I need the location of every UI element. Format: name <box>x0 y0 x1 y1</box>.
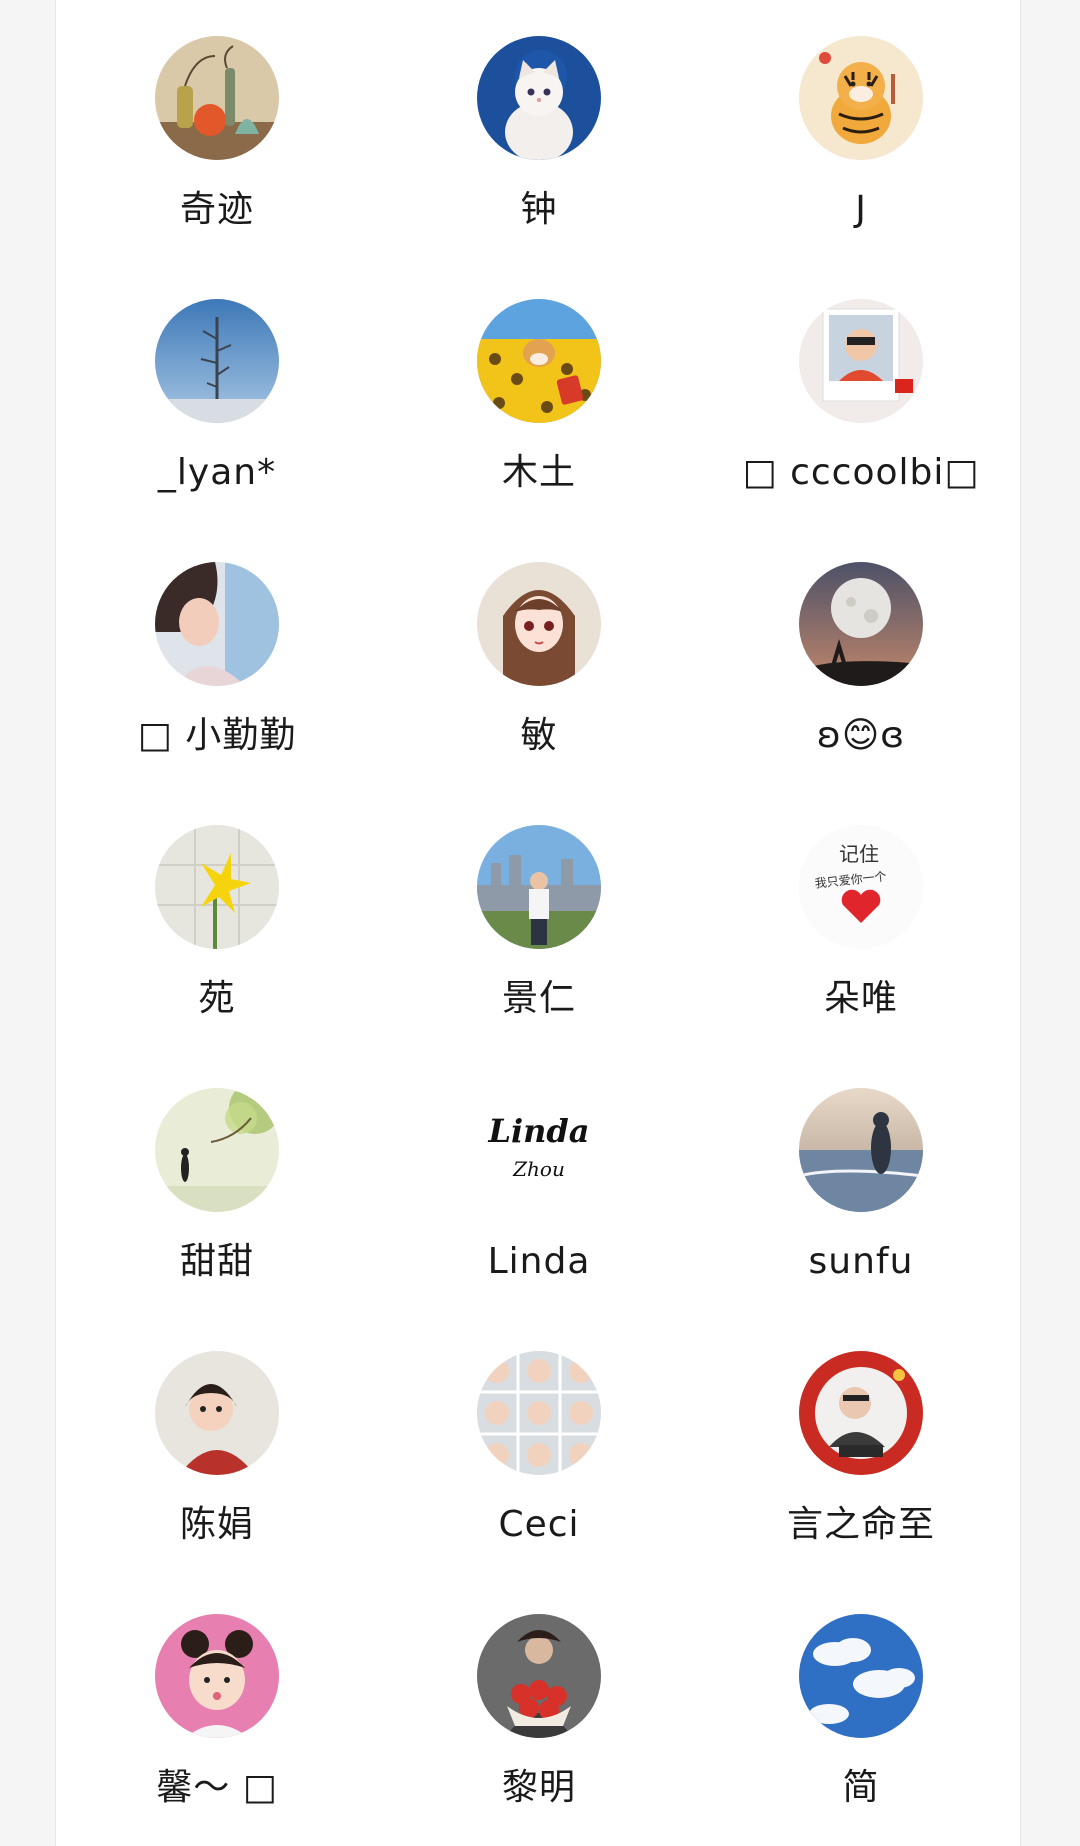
baby-collage-avatar[interactable] <box>477 1351 601 1475</box>
bouquet-avatar[interactable] <box>477 1614 601 1738</box>
member-item[interactable]: _lyan* <box>56 263 378 526</box>
blue-sky-clouds-avatar[interactable] <box>799 1614 923 1738</box>
member-name: Linda <box>487 1241 591 1282</box>
zhou-script-text: Zhou <box>512 1157 565 1181</box>
city-man-avatar[interactable] <box>477 825 601 949</box>
member-name: 朵唯 <box>823 978 898 1019</box>
handwriting-heart-avatar[interactable]: 记住 我只爱你一个 <box>799 825 923 949</box>
member-name: 陈娟 <box>179 1504 254 1545</box>
member-item[interactable]: □ 小勤勤 <box>56 526 378 789</box>
full-moon-avatar[interactable] <box>799 562 923 686</box>
member-name: 钟 <box>520 189 558 230</box>
member-item[interactable]: 陈娟 <box>56 1315 378 1578</box>
member-item[interactable]: 黎明 <box>378 1578 700 1841</box>
member-item[interactable]: 钟 <box>378 0 700 263</box>
member-item[interactable]: 简 <box>700 1578 1022 1841</box>
white-kitten-avatar[interactable] <box>477 36 601 160</box>
pink-girl-avatar[interactable] <box>155 1614 279 1738</box>
member-name: J <box>855 189 867 230</box>
member-item[interactable]: □ cccoolbi□ <box>700 263 1022 526</box>
member-item[interactable]: J <box>700 0 1022 263</box>
plant-sky-avatar[interactable] <box>155 299 279 423</box>
member-name: □ 小勤勤 <box>137 715 297 756</box>
member-item[interactable]: 记住 我只爱你一个 朵唯 <box>700 789 1022 1052</box>
shiba-sunflowers-avatar[interactable] <box>477 299 601 423</box>
member-item[interactable]: 馨～ □ <box>56 1578 378 1841</box>
member-item[interactable]: Linda Zhou Linda <box>378 1052 700 1315</box>
beach-sunset-avatar[interactable] <box>799 1088 923 1212</box>
linda-script-text: Linda <box>487 1112 589 1150</box>
member-item[interactable]: 言之命至 <box>700 1315 1022 1578</box>
vases-still-life-avatar[interactable] <box>155 36 279 160</box>
member-item[interactable]: Ceci <box>378 1315 700 1578</box>
member-name: □ cccoolbi□ <box>742 452 980 493</box>
member-item[interactable]: 景仁 <box>378 789 700 1052</box>
member-name: ʚ😊ɞ <box>816 715 906 756</box>
member-item[interactable]: ʚ😊ɞ <box>700 526 1022 789</box>
member-name: 景仁 <box>501 978 576 1019</box>
member-name: sunfu <box>808 1241 914 1282</box>
member-name: Ceci <box>498 1504 580 1545</box>
member-item[interactable]: 敏 <box>378 526 700 789</box>
child-photo-avatar[interactable] <box>799 299 923 423</box>
member-name: _lyan* <box>157 452 277 493</box>
member-name: 简 <box>842 1767 880 1808</box>
member-name: 甜甜 <box>179 1241 254 1282</box>
member-name: 苑 <box>198 978 236 1019</box>
yellow-flower-avatar[interactable] <box>155 825 279 949</box>
member-item[interactable]: 木土 <box>378 263 700 526</box>
member-grid: 奇迹 钟 J _lyan* 木土 □ cccoolbi□ □ 小勤勤 敏 ʚ😊ɞ… <box>56 0 1022 1841</box>
anime-girl-avatar[interactable] <box>477 562 601 686</box>
member-name: 奇迹 <box>179 189 254 230</box>
girl-selfie-avatar[interactable] <box>155 562 279 686</box>
member-name: 言之命至 <box>786 1504 935 1545</box>
new-year-frame-avatar[interactable] <box>799 1351 923 1475</box>
little-girl-avatar[interactable] <box>155 1351 279 1475</box>
cartoon-tiger-avatar[interactable] <box>799 36 923 160</box>
member-name: 木土 <box>501 452 576 493</box>
member-name: 黎明 <box>501 1767 576 1808</box>
member-name: 敏 <box>520 715 558 756</box>
member-item[interactable]: 甜甜 <box>56 1052 378 1315</box>
member-item[interactable]: 苑 <box>56 789 378 1052</box>
handwriting-text-line1: 记住 <box>839 842 879 866</box>
member-item[interactable]: 奇迹 <box>56 0 378 263</box>
member-item[interactable]: sunfu <box>700 1052 1022 1315</box>
group-members-panel: 奇迹 钟 J _lyan* 木土 □ cccoolbi□ □ 小勤勤 敏 ʚ😊ɞ… <box>55 0 1021 1846</box>
tree-silhouette-avatar[interactable] <box>155 1088 279 1212</box>
member-name: 馨～ □ <box>156 1767 278 1808</box>
linda-zhou-script-avatar[interactable]: Linda Zhou <box>477 1088 601 1212</box>
